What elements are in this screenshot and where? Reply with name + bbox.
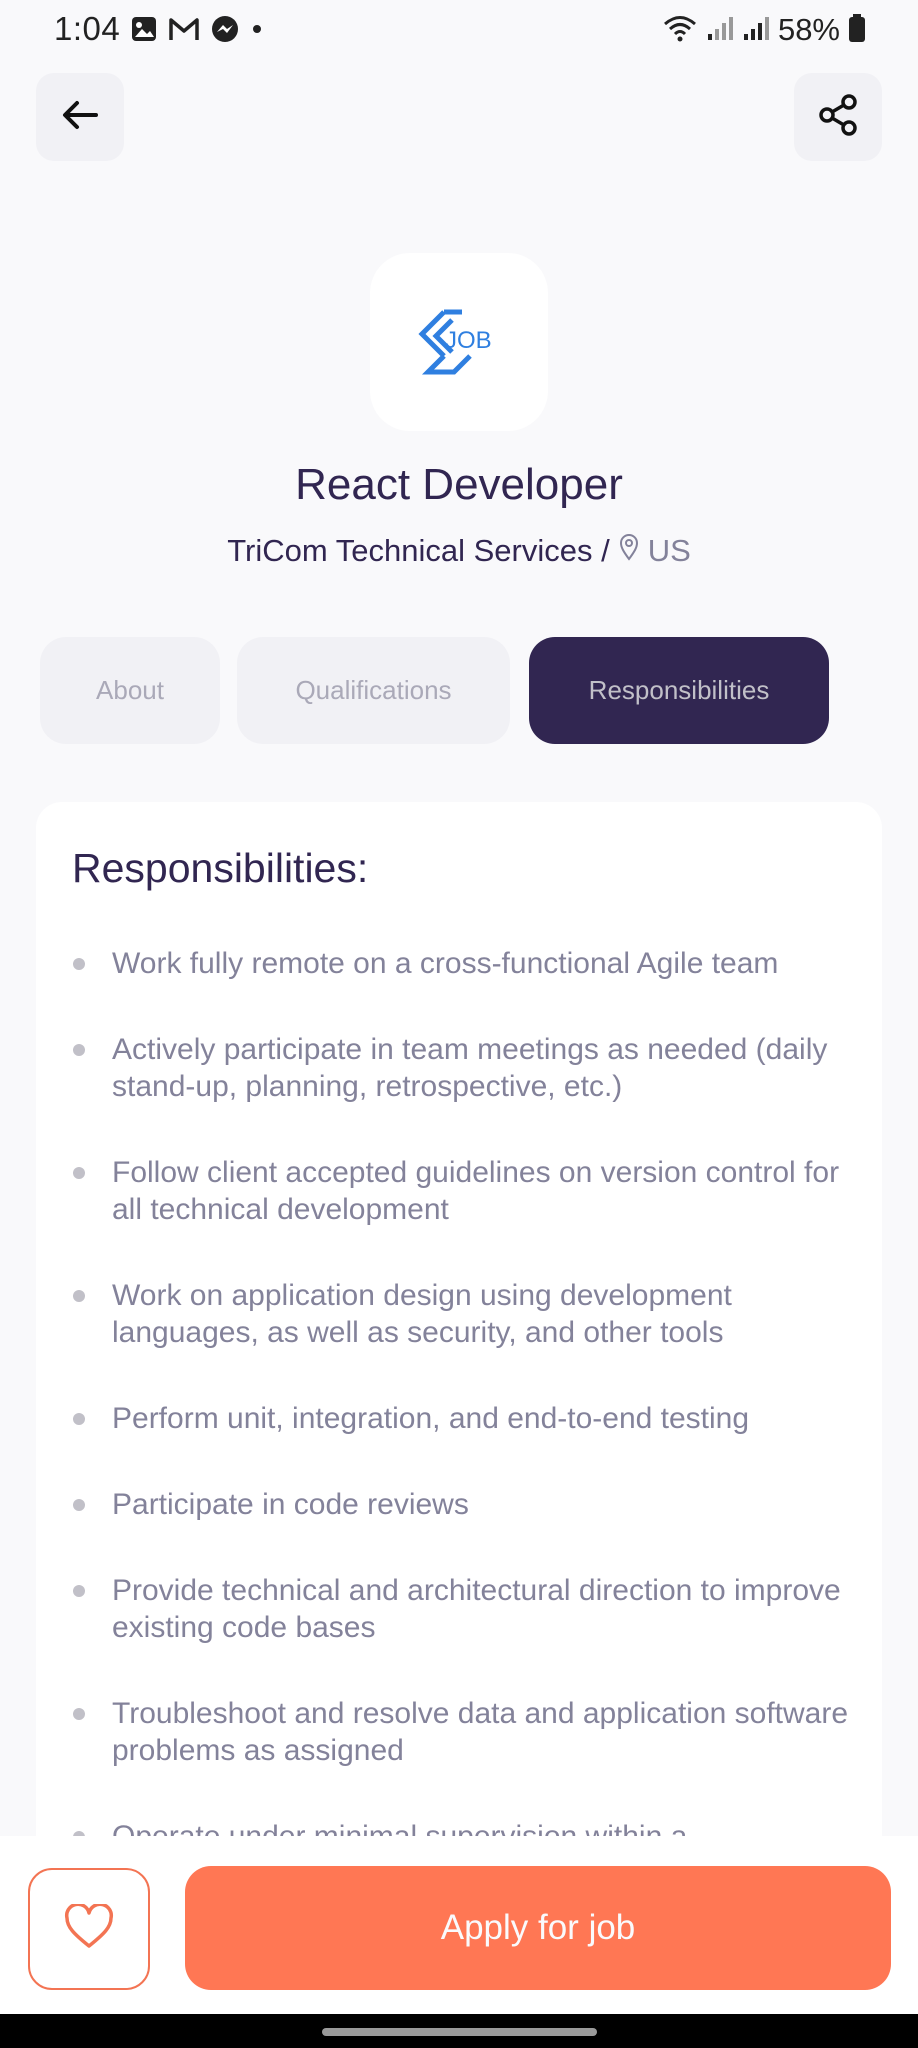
tab-responsibilities[interactable]: Responsibilities xyxy=(529,637,829,744)
bullet-icon xyxy=(73,1499,85,1511)
bullet-icon xyxy=(73,1167,85,1179)
tab-about[interactable]: About xyxy=(40,637,220,744)
responsibilities-list: Work fully remote on a cross-functional … xyxy=(72,945,872,1902)
apply-button[interactable]: Apply for job xyxy=(185,1866,891,1990)
system-nav-bar xyxy=(0,2014,918,2048)
battery-percent: 58% xyxy=(777,12,840,47)
list-item-text: Troubleshoot and resolve data and applic… xyxy=(112,1697,849,1767)
list-item: Follow client accepted guidelines on ver… xyxy=(72,1154,872,1228)
responsibilities-card: Responsibilities: Work fully remote on a… xyxy=(36,802,882,1902)
list-item-text: Provide technical and architectural dire… xyxy=(112,1574,841,1644)
bullet-icon xyxy=(73,1290,85,1302)
list-item-text: Follow client accepted guidelines on ver… xyxy=(112,1156,840,1226)
list-item: Participate in code reviews xyxy=(72,1486,872,1523)
company-logo: JOB xyxy=(370,253,548,431)
signal-icon xyxy=(742,14,770,47)
location-pin-icon xyxy=(618,533,640,569)
notification-icons xyxy=(130,15,264,47)
battery-icon xyxy=(848,13,866,48)
job-logo-icon: JOB xyxy=(418,309,492,375)
list-item: Work on application design using develop… xyxy=(72,1277,872,1351)
signal-icon xyxy=(706,14,734,47)
like-button[interactable] xyxy=(28,1868,150,1990)
back-button[interactable] xyxy=(36,73,124,161)
bullet-icon xyxy=(73,1044,85,1056)
home-handle[interactable] xyxy=(322,2028,597,2036)
wifi-icon xyxy=(662,13,698,48)
svg-text:JOB: JOB xyxy=(445,327,492,354)
list-item: Work fully remote on a cross-functional … xyxy=(72,945,872,982)
list-item-text: Work on application design using develop… xyxy=(112,1279,732,1349)
list-item: Troubleshoot and resolve data and applic… xyxy=(72,1695,872,1769)
bullet-icon xyxy=(73,1708,85,1720)
footer: Apply for job xyxy=(0,1836,918,2014)
bullet-icon xyxy=(73,958,85,970)
job-title: React Developer xyxy=(295,460,623,509)
company-info: TriCom Technical Services / US xyxy=(0,533,918,569)
gmail-icon xyxy=(168,16,200,47)
list-item: Actively participate in team meetings as… xyxy=(72,1031,872,1105)
company-name: TriCom Technical Services / xyxy=(227,533,610,568)
arrow-left-icon xyxy=(58,93,102,142)
status-bar: 1:04 58% xyxy=(0,0,918,62)
tab-qualifications[interactable]: Qualifications xyxy=(237,637,510,744)
list-item-text: Actively participate in team meetings as… xyxy=(112,1033,828,1103)
share-button[interactable] xyxy=(794,73,882,161)
bullet-icon xyxy=(73,1413,85,1425)
messenger-icon xyxy=(210,14,240,49)
share-icon xyxy=(815,92,861,143)
list-item-text: Work fully remote on a cross-functional … xyxy=(112,947,779,980)
list-item: Provide technical and architectural dire… xyxy=(72,1572,872,1646)
status-right: 58% xyxy=(662,12,866,48)
status-time: 1:04 xyxy=(54,10,121,47)
dot-icon xyxy=(250,22,264,41)
job-location: US xyxy=(647,533,691,568)
bullet-icon xyxy=(73,1585,85,1597)
list-item-text: Participate in code reviews xyxy=(112,1488,469,1521)
heart-outline-icon xyxy=(64,1902,114,1955)
list-item-text: Perform unit, integration, and end-to-en… xyxy=(112,1402,750,1435)
responsibilities-heading: Responsibilities: xyxy=(72,845,369,891)
gallery-icon xyxy=(130,15,158,48)
list-item: Perform unit, integration, and end-to-en… xyxy=(72,1400,872,1437)
